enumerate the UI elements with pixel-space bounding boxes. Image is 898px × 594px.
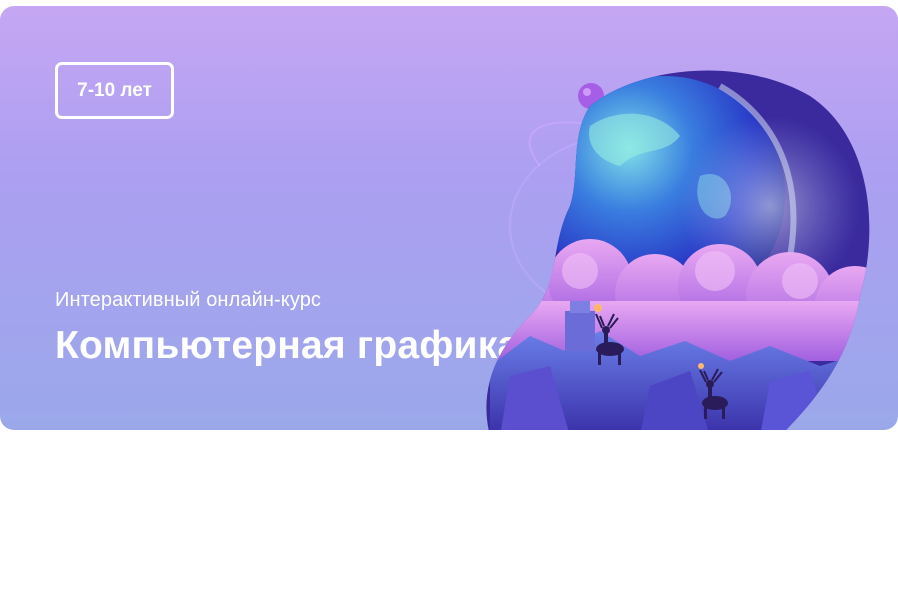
planet-landscape-illustration [486, 70, 870, 430]
course-title: Компьютерная графика [55, 324, 520, 367]
age-badge: 7-10 лет [55, 62, 174, 119]
course-subtitle: Интерактивный онлайн-курс [55, 289, 322, 311]
course-banner[interactable]: 7-10 лет Интерактивный онлайн-курс Компь… [0, 6, 898, 430]
